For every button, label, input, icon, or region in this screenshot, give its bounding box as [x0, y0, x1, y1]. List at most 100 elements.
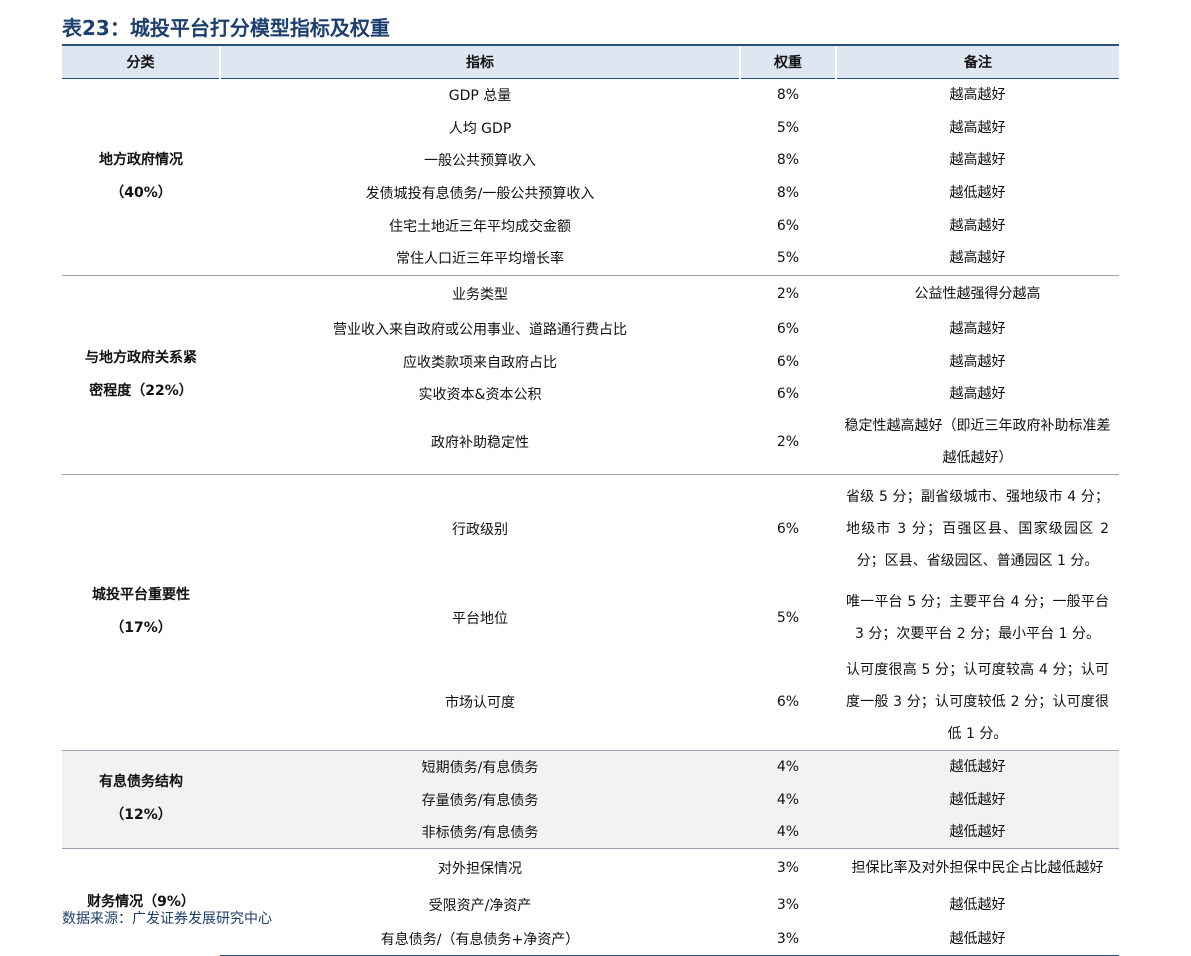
- remark-cell: 稳定性越高越好（即近三年政府补助标准差越低越好）: [844, 418, 1111, 466]
- weight-cell: 6%: [776, 321, 800, 337]
- table-row: 人均 GDP 5% 越高越好: [62, 112, 1119, 144]
- category-name: 地方政府情况: [99, 151, 183, 168]
- remark-cell: 越高越好: [949, 152, 1006, 168]
- indicator-cell: 存量债务/有息债务: [220, 784, 740, 816]
- category-name: 城投平台重要性: [92, 587, 190, 604]
- weight-cell: 5%: [776, 250, 800, 267]
- weight-cell: 6%: [776, 693, 800, 710]
- indicator-cell: 受限资产/净资产: [428, 897, 532, 914]
- remark-cell: 越低越好: [836, 922, 1119, 956]
- weight-cell: 8%: [776, 184, 800, 201]
- table-row: 城投平台重要性 （17%） 行政级别 6% 省级 5 分；副省级城市、强地级市 …: [62, 474, 1119, 750]
- remark-cell: 越高越好: [949, 386, 1006, 402]
- indicator-cell: 营业收入来自政府或公用事业、道路通行费占比: [333, 322, 627, 338]
- weight-cell: 2%: [776, 434, 800, 450]
- remark-cell: 越高越好: [836, 77, 1119, 112]
- indicator-cell: 短期债务/有息债务: [220, 749, 740, 784]
- indicator-cell: 政府补助稳定性: [431, 435, 529, 451]
- category-weight: （12%）: [110, 807, 172, 824]
- category-cell: 城投平台重要性 （17%）: [62, 474, 220, 750]
- weight-cell: 6%: [776, 386, 800, 402]
- indicator-cell: 应收类款项来自政府占比: [403, 354, 557, 371]
- category-weight: （17%）: [110, 620, 172, 637]
- table-row: 应收类款项来自政府占比 6% 越高越好: [62, 345, 1119, 378]
- remark-cell: 越低越好: [949, 184, 1006, 201]
- remark-cell: 越低越好: [836, 749, 1119, 784]
- table-row: 与地方政府关系紧 密程度（22%） 业务类型 2% 公益性越强得分越高: [62, 274, 1119, 475]
- table-row: 有息债务结构 （12%） 短期债务/有息债务 4% 越低越好: [62, 749, 1119, 849]
- indicator-cell: 常住人口近三年平均增长率: [396, 251, 564, 268]
- remark-cell: 越高越好: [949, 120, 1006, 136]
- remark-cell: 越高越好: [949, 250, 1006, 267]
- scoring-model-table: 分类 指标 权重 备注 地方政府情况 （40%） GDP 总量 8% 越高越好 …: [62, 44, 1119, 956]
- category-name: 与地方政府关系紧: [85, 349, 197, 366]
- table-row: 存量债务/有息债务 4% 越低越好: [62, 784, 1119, 816]
- remark-cell: 越低越好: [836, 816, 1119, 849]
- weight-cell: 3%: [740, 922, 836, 956]
- indicator-cell: 业务类型: [220, 274, 740, 313]
- header-indicator: 指标: [219, 44, 740, 79]
- remark-cell: 担保比率及对外担保中民企占比越低越好: [836, 848, 1119, 887]
- weight-cell: 6%: [776, 353, 800, 370]
- remark-cell: 越高越好: [949, 321, 1006, 337]
- table-row: 实收资本&资本公积 6% 越高越好: [62, 378, 1119, 410]
- table-row: 一般公共预算收入 8% 越高越好: [62, 144, 1119, 176]
- table-row: 财务情况（9%） 对外担保情况 3% 担保比率及对外担保中民企占比越低越好: [62, 848, 1119, 956]
- weight-cell: 8%: [776, 152, 800, 168]
- category-weight: （40%）: [110, 184, 172, 201]
- table-row: 地方政府情况 （40%） GDP 总量 8% 越高越好: [62, 77, 1119, 275]
- weight-cell: 3%: [740, 848, 836, 887]
- remark-cell: 认可度很高 5 分；认可度较高 4 分；认可度一般 3 分；认可度较低 2 分；…: [846, 661, 1109, 742]
- remark-cell: 省级 5 分；副省级城市、强地级市 4 分；地级市 3 分；百强区县、国家级园区…: [836, 474, 1119, 583]
- table-row: 营业收入来自政府或公用事业、道路通行费占比 6% 越高越好: [62, 313, 1119, 345]
- table-row: 政府补助稳定性 2% 稳定性越高越好（即近三年政府补助标准差越低越好）: [62, 410, 1119, 475]
- indicator-cell: 平台地位: [452, 611, 508, 627]
- indicator-cell: 发债城投有息债务/一般公共预算收入: [365, 185, 595, 202]
- table-row: 平台地位 5% 唯一平台 5 分；主要平台 4 分；一般平台 3 分；次要平台 …: [62, 583, 1119, 654]
- data-source-note: 数据来源：广发证券发展研究中心: [62, 911, 272, 927]
- category-name: 有息债务结构: [99, 774, 183, 791]
- table-row: 非标债务/有息债务 4% 越低越好: [62, 816, 1119, 849]
- weight-cell: 6%: [776, 217, 800, 234]
- indicator-cell: GDP 总量: [220, 77, 740, 112]
- header-weight: 权重: [739, 44, 836, 79]
- weight-cell: 8%: [740, 77, 836, 112]
- weight-cell: 2%: [740, 274, 836, 313]
- indicator-cell: 住宅土地近三年平均成交金额: [389, 218, 571, 235]
- table-title: 表23：城投平台打分模型指标及权重: [62, 16, 390, 40]
- table-row: 市场认可度 6% 认可度很高 5 分；认可度较高 4 分；认可度一般 3 分；认…: [62, 654, 1119, 751]
- indicator-cell: 市场认可度: [445, 694, 515, 711]
- weight-cell: 6%: [740, 474, 836, 583]
- category-cell: 财务情况（9%）: [62, 848, 220, 956]
- indicator-cell: 一般公共预算收入: [424, 153, 536, 169]
- indicator-cell: 人均 GDP: [448, 121, 512, 137]
- weight-cell: 4%: [740, 816, 836, 849]
- category-weight: 密程度（22%）: [89, 382, 193, 399]
- indicator-cell: 非标债务/有息债务: [220, 816, 740, 849]
- scoring-table-container: 分类 指标 权重 备注 地方政府情况 （40%） GDP 总量 8% 越高越好 …: [62, 44, 1119, 956]
- weight-cell: 4%: [740, 784, 836, 816]
- category-cell: 与地方政府关系紧 密程度（22%）: [62, 274, 220, 475]
- table-row: 发债城投有息债务/一般公共预算收入 8% 越低越好: [62, 176, 1119, 209]
- header-category: 分类: [62, 44, 220, 79]
- category-cell: 有息债务结构 （12%）: [62, 749, 220, 849]
- remark-cell: 越高越好: [949, 217, 1006, 234]
- weight-cell: 5%: [776, 120, 800, 136]
- indicator-cell: 实收资本&资本公积: [418, 387, 542, 403]
- table-row: 常住人口近三年平均增长率 5% 越高越好: [62, 242, 1119, 275]
- indicator-cell: 行政级别: [220, 474, 740, 583]
- remark-cell: 越低越好: [949, 896, 1006, 913]
- remark-cell: 越低越好: [836, 784, 1119, 816]
- remark-cell: 越高越好: [949, 353, 1006, 370]
- weight-cell: 5%: [776, 610, 800, 626]
- table-row: 住宅土地近三年平均成交金额 6% 越高越好: [62, 209, 1119, 242]
- indicator-cell: 对外担保情况: [220, 848, 740, 887]
- weight-cell: 3%: [776, 896, 800, 913]
- remark-cell: 公益性越强得分越高: [836, 274, 1119, 313]
- category-cell: 地方政府情况 （40%）: [62, 77, 220, 275]
- indicator-cell: 有息债务/（有息债务+净资产）: [220, 922, 740, 956]
- header-remark: 备注: [835, 44, 1119, 79]
- table-header-row: 分类 指标 权重 备注: [62, 44, 1119, 79]
- weight-cell: 4%: [740, 749, 836, 784]
- remark-cell: 唯一平台 5 分；主要平台 4 分；一般平台 3 分；次要平台 2 分；最小平台…: [846, 594, 1109, 642]
